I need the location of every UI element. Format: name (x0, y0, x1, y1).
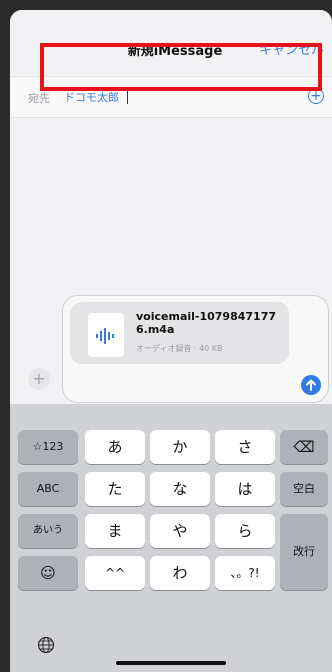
attachment-meta: オーディオ録音 · 40 KB (136, 344, 223, 353)
key-punctuation[interactable]: 、。?! (215, 556, 275, 590)
highlight-box (40, 43, 322, 91)
apps-plus-button[interactable]: + (28, 368, 50, 390)
key-ya[interactable]: や (150, 514, 210, 548)
compose-sheet: 新規iMessage キャンセル 宛先 ドコモ太郎 + + voicemail-… (10, 10, 332, 672)
audio-waveform-icon (96, 328, 114, 344)
backspace-key[interactable]: ⌫ (280, 430, 328, 464)
emoji-icon[interactable]: ☺ (18, 556, 78, 590)
key-ma[interactable]: ま (85, 514, 145, 548)
key-kana[interactable]: あいう (18, 514, 78, 548)
key-numbers[interactable]: ☆123 (18, 430, 78, 464)
key-sa[interactable]: さ (215, 430, 275, 464)
key-ra[interactable]: ら (215, 514, 275, 548)
attachment-filename: voicemail-10798471776.m4a (136, 310, 277, 336)
key-ta[interactable]: た (85, 472, 145, 506)
key-ha[interactable]: は (215, 472, 275, 506)
key-kaomoji[interactable]: ^^ (85, 556, 145, 590)
send-button[interactable] (301, 375, 321, 395)
key-abc[interactable]: ABC (18, 472, 78, 506)
key-ka[interactable]: か (150, 430, 210, 464)
recipient-chip[interactable]: ドコモ太郎 (64, 89, 119, 105)
return-key[interactable]: 改行 (280, 514, 328, 590)
arrow-up-icon (306, 379, 316, 391)
globe-icon[interactable] (37, 636, 55, 654)
space-key[interactable]: 空白 (280, 472, 328, 506)
key-wa[interactable]: わ (150, 556, 210, 590)
key-na[interactable]: な (150, 472, 210, 506)
key-a[interactable]: あ (85, 430, 145, 464)
keyboard: ☆123 あ か さ ⌫ ABC た な は 空白 あいう ま や ら 改行 ☺… (10, 404, 332, 672)
to-label: 宛先 (28, 92, 50, 105)
home-indicator (116, 661, 226, 665)
